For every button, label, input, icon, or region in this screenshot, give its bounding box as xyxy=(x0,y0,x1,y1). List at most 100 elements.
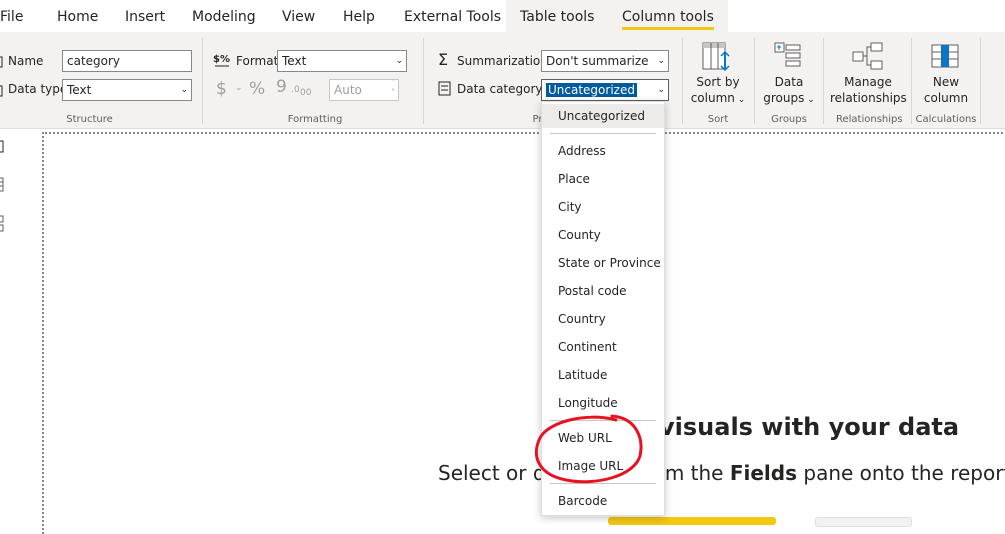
new-column-button[interactable]: New column xyxy=(920,74,972,106)
group-divider xyxy=(823,38,824,124)
data-category-label: Data category xyxy=(457,82,543,96)
model-view-icon[interactable] xyxy=(0,215,7,237)
sort-by-column-line2: column ⌄ xyxy=(690,90,746,108)
data-groups-line1: Data xyxy=(774,75,804,89)
summarization-dropdown[interactable]: Don't summarize ⌄ xyxy=(541,50,669,72)
format-value: Text xyxy=(282,54,307,68)
currency-button[interactable]: $ xyxy=(216,79,227,99)
comma-button[interactable]: 9 xyxy=(276,77,287,97)
secondary-button-edge[interactable] xyxy=(815,517,912,527)
decimal-places-icon[interactable]: .0 00 xyxy=(291,81,312,101)
data-groups-button[interactable]: Data groups ⌄ xyxy=(760,74,818,108)
tab-help-label: Help xyxy=(343,9,375,25)
tab-table-tools[interactable]: Table tools xyxy=(506,0,609,32)
menu-item-country[interactable]: Country xyxy=(542,307,664,331)
group-divider xyxy=(682,38,683,124)
tab-table-tools-label: Table tools xyxy=(520,9,595,25)
chevron-down-icon: ⌄ xyxy=(180,85,188,95)
chevron-down-icon: ⌄ xyxy=(734,95,746,105)
tab-modeling[interactable]: Modeling xyxy=(192,0,256,32)
sort-caption: Sort xyxy=(707,114,729,125)
manage-relationships-line1: Manage xyxy=(844,75,892,89)
format-label: Format xyxy=(236,54,279,68)
groups-caption: Groups xyxy=(771,114,807,125)
canvas-subline: Select or d om the Fields pane onto the r… xyxy=(438,461,1005,485)
data-category-icon xyxy=(438,81,452,101)
menu-divider xyxy=(550,133,656,134)
new-column-line2: column xyxy=(923,91,969,105)
view-switcher-bar xyxy=(0,129,18,522)
group-divider xyxy=(423,38,424,124)
tab-external-tools-label: External Tools xyxy=(404,9,502,25)
chevron-down-icon: ⌄ xyxy=(804,95,815,105)
group-divider xyxy=(980,38,981,124)
decimal-places-value: Auto xyxy=(334,83,362,97)
svg-text:.0: .0 xyxy=(291,85,300,95)
manage-relationships-button[interactable]: Manage relationships xyxy=(830,74,907,106)
format-dropdown[interactable]: Text ⌄ xyxy=(277,50,407,72)
svg-text:00: 00 xyxy=(300,88,311,97)
chevron-down-icon[interactable]: ⌄ xyxy=(235,83,243,93)
menu-item-county[interactable]: County xyxy=(542,223,664,247)
sort-by-column-line2-text: column xyxy=(690,91,735,105)
new-column-line1: New xyxy=(932,75,960,89)
spinner-icon[interactable]: ˄ ˅ xyxy=(391,80,395,98)
manage-relationships-icon[interactable] xyxy=(852,42,884,76)
data-category-dropdown[interactable]: Uncategorized ⌄ xyxy=(541,79,669,101)
menu-item-continent[interactable]: Continent xyxy=(542,335,664,359)
tab-home-label: Home xyxy=(57,9,99,25)
report-view-icon[interactable] xyxy=(0,139,7,158)
canvas-subline-part3: pane onto the report xyxy=(797,461,1005,485)
data-groups-line2: groups ⌄ xyxy=(760,90,818,108)
tab-external-tools[interactable]: External Tools xyxy=(404,0,501,32)
tab-help[interactable]: Help xyxy=(343,0,375,32)
annotation-circle xyxy=(535,414,643,484)
calculations-caption: Calculations xyxy=(915,114,977,125)
tab-view[interactable]: View xyxy=(282,0,315,32)
ribbon-tab-bar: File Home Insert Modeling View Help Exte… xyxy=(0,0,1005,32)
tab-view-label: View xyxy=(282,9,316,25)
canvas-headline: visuals with your data xyxy=(659,413,960,441)
data-view-icon[interactable] xyxy=(0,177,7,197)
name-input[interactable]: category xyxy=(62,50,192,72)
tab-column-tools[interactable]: Column tools xyxy=(608,0,728,32)
tab-home[interactable]: Home xyxy=(57,0,98,32)
tab-column-tools-label: Column tools xyxy=(622,9,714,30)
menu-item-uncategorized[interactable]: Uncategorized xyxy=(542,104,664,128)
menu-item-place[interactable]: Place xyxy=(542,167,664,191)
menu-item-postal-code[interactable]: Postal code xyxy=(542,279,664,303)
sigma-icon: Σ xyxy=(438,50,449,69)
new-column-icon[interactable] xyxy=(931,42,961,76)
tab-insert-label: Insert xyxy=(125,9,166,25)
tab-insert[interactable]: Insert xyxy=(125,0,165,32)
data-type-dropdown[interactable]: Text ⌄ xyxy=(62,79,192,101)
get-data-button-edge[interactable] xyxy=(608,517,776,525)
decimal-places-input[interactable]: Auto ˄ ˅ xyxy=(329,79,399,101)
group-divider xyxy=(754,38,755,124)
sort-by-column-button[interactable]: Sort by column ⌄ xyxy=(690,74,746,108)
percent-button[interactable]: % xyxy=(249,79,265,99)
data-type-label: Data type xyxy=(8,82,68,96)
menu-item-longitude[interactable]: Longitude xyxy=(542,391,664,415)
menu-item-address[interactable]: Address xyxy=(542,139,664,163)
summarization-value: Don't summarize xyxy=(546,54,649,68)
menu-item-barcode[interactable]: Barcode xyxy=(542,489,664,513)
menu-item-latitude[interactable]: Latitude xyxy=(542,363,664,387)
formatting-caption: Formatting xyxy=(287,114,343,125)
data-groups-icon[interactable] xyxy=(774,42,804,76)
data-type-value: Text xyxy=(67,83,92,97)
relationships-caption: Relationships xyxy=(836,114,903,125)
canvas-subline-fields: Fields xyxy=(729,461,798,485)
tab-modeling-label: Modeling xyxy=(192,9,256,25)
manage-relationships-line2: relationships xyxy=(830,91,907,105)
structure-caption: Structure xyxy=(66,114,113,125)
sort-by-column-icon[interactable] xyxy=(702,42,734,76)
summarization-label: Summarization xyxy=(457,54,548,68)
tab-file[interactable]: File xyxy=(0,0,23,32)
chevron-down-icon: ⌄ xyxy=(395,56,403,66)
menu-item-city[interactable]: City xyxy=(542,195,664,219)
chevron-down-icon: ⌄ xyxy=(657,85,665,95)
menu-item-state-or-province[interactable]: State or Province xyxy=(542,251,664,275)
group-divider xyxy=(911,38,912,124)
data-category-value: Uncategorized xyxy=(546,83,637,97)
